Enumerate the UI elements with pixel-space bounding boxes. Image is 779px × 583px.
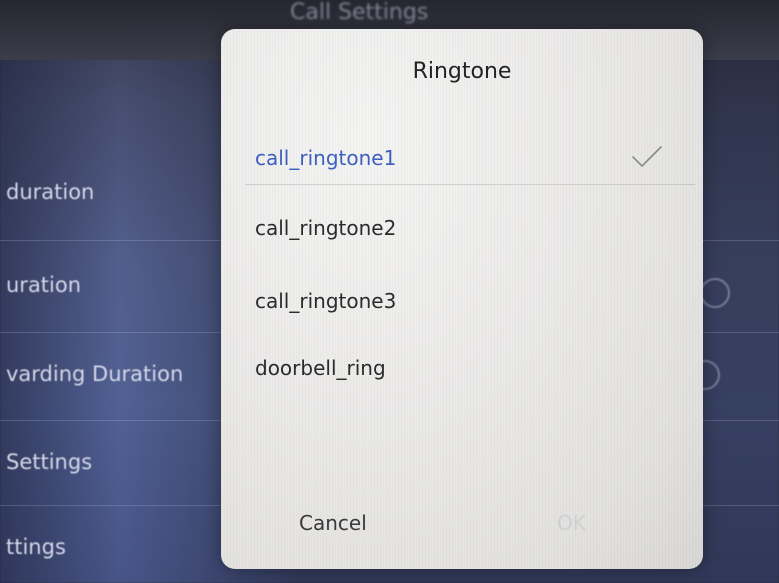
background-header-title: Call Settings <box>290 0 429 25</box>
ringtone-option-call-ringtone1[interactable]: call_ringtone1 <box>221 126 703 196</box>
background-radio-icon <box>700 278 730 308</box>
cancel-button[interactable]: Cancel <box>299 511 367 535</box>
background-row-label: varding Duration <box>6 362 184 386</box>
ringtone-dialog: Ringtone call_ringtone1 call_ringtone2 c… <box>221 29 703 569</box>
ringtone-option-call-ringtone2[interactable]: call_ringtone2 <box>221 196 703 266</box>
ok-button[interactable]: OK <box>557 511 586 535</box>
ringtone-option-doorbell-ring[interactable]: doorbell_ring <box>221 336 703 406</box>
dialog-title: Ringtone <box>412 59 512 84</box>
background-row-label: uration <box>6 273 82 297</box>
check-icon <box>632 146 662 167</box>
background-row-label: ttings <box>6 535 66 559</box>
ringtone-option-label: call_ringtone3 <box>255 289 397 313</box>
option-divider <box>245 184 695 185</box>
ringtone-option-label: doorbell_ring <box>255 356 386 380</box>
background-row-label: Settings <box>6 450 93 474</box>
background-row-label: duration <box>6 180 95 204</box>
ringtone-option-call-ringtone3[interactable]: call_ringtone3 <box>221 269 703 339</box>
ringtone-option-label: call_ringtone1 <box>255 146 397 170</box>
ringtone-option-label: call_ringtone2 <box>255 216 397 240</box>
